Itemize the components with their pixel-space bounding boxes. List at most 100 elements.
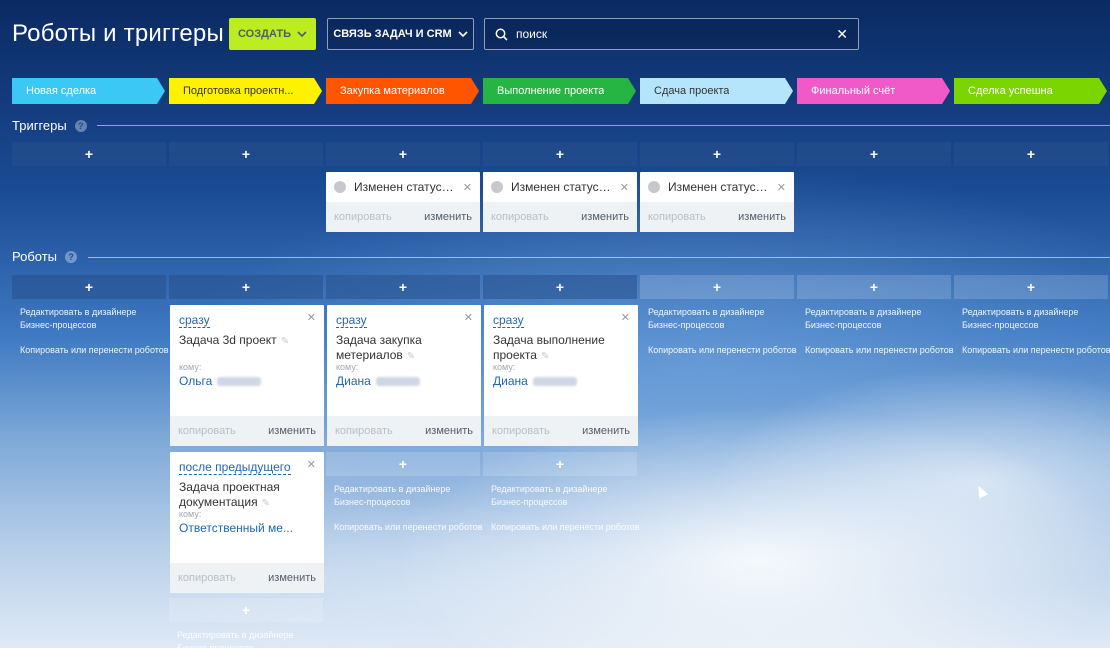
add-robot-button[interactable]: + xyxy=(954,275,1108,299)
robot-card[interactable]: сразу ✕ Задача выполнение проекта ✎ кому:… xyxy=(484,305,638,446)
add-trigger-button[interactable]: + xyxy=(483,142,637,166)
edit-button[interactable]: изменить xyxy=(268,425,316,437)
robot-delay-link[interactable]: сразу xyxy=(336,313,367,328)
add-trigger-button[interactable]: + xyxy=(12,142,166,166)
edit-button[interactable]: изменить xyxy=(581,211,629,223)
add-robot-button[interactable]: + xyxy=(483,275,637,299)
stage-label: Закупка материалов xyxy=(340,85,445,97)
stage-2[interactable]: Подготовка проектн... xyxy=(169,78,322,104)
task-crm-link-button[interactable]: СВЯЗЬ ЗАДАЧ И CRM xyxy=(327,18,474,50)
triggers-title: Триггеры xyxy=(12,118,67,133)
add-robot-button[interactable]: + xyxy=(640,275,794,299)
assignee-link[interactable]: Ольга xyxy=(179,374,262,388)
copy-button[interactable]: копировать xyxy=(335,425,393,437)
copy-button[interactable]: копировать xyxy=(492,425,550,437)
robot-delay-link[interactable]: сразу xyxy=(179,313,210,328)
assignee-label: кому: xyxy=(179,509,202,519)
stage-1[interactable]: Новая сделка xyxy=(12,78,165,104)
pencil-icon[interactable]: ✎ xyxy=(262,498,270,509)
search-icon xyxy=(495,28,508,41)
close-icon[interactable]: ✕ xyxy=(307,311,316,324)
stage-7[interactable]: Сделка успешна xyxy=(954,78,1107,104)
robots-hint: Редактировать в дизайнере Бизнес-процесс… xyxy=(20,306,170,357)
stage-label: Подготовка проектн... xyxy=(183,85,294,97)
edit-in-designer-link[interactable]: Редактировать в дизайнере Бизнес-процесс… xyxy=(491,483,641,509)
add-robot-button[interactable]: + xyxy=(326,452,480,476)
edit-button[interactable]: изменить xyxy=(425,425,473,437)
copy-move-robots-link[interactable]: Копировать или перенести роботов xyxy=(334,521,484,534)
robot-delay-link[interactable]: сразу xyxy=(493,313,524,328)
pencil-icon[interactable]: ✎ xyxy=(541,351,549,362)
edit-in-designer-link[interactable]: Редактировать в дизайнере Бизнес-процесс… xyxy=(648,306,798,332)
add-robot-button[interactable]: + xyxy=(483,452,637,476)
copy-move-robots-link[interactable]: Копировать или перенести роботов xyxy=(805,344,955,357)
robot-name: Задача 3d проект xyxy=(179,333,277,347)
add-trigger-button[interactable]: + xyxy=(797,142,951,166)
copy-move-robots-link[interactable]: Копировать или перенести роботов xyxy=(962,344,1110,357)
stage-5[interactable]: Сдача проекта xyxy=(640,78,793,104)
pencil-icon[interactable]: ✎ xyxy=(407,351,415,362)
trigger-card[interactable]: Изменен статус з... ✕ копировать изменит… xyxy=(326,172,480,232)
edit-button[interactable]: изменить xyxy=(582,425,630,437)
blurred-surname xyxy=(375,377,420,387)
assignee-link[interactable]: Ответственный ме... xyxy=(179,521,293,535)
pencil-icon[interactable]: ✎ xyxy=(281,336,289,347)
trigger-card[interactable]: Изменен статус з... ✕ копировать изменит… xyxy=(640,172,794,232)
copy-move-robots-link[interactable]: Копировать или перенести роботов xyxy=(491,521,641,534)
add-robot-button[interactable]: + xyxy=(326,275,480,299)
edit-button[interactable]: изменить xyxy=(424,211,472,223)
trigger-text: Изменен статус з... xyxy=(511,180,612,194)
close-icon[interactable]: ✕ xyxy=(620,181,629,194)
help-icon[interactable]: ? xyxy=(65,250,78,263)
robot-card[interactable]: после предыдущего ✕ Задача проектная док… xyxy=(170,452,324,593)
trigger-card[interactable]: Изменен статус з... ✕ копировать изменит… xyxy=(483,172,637,232)
help-icon[interactable]: ? xyxy=(74,119,87,132)
add-trigger-button[interactable]: + xyxy=(954,142,1108,166)
close-icon[interactable]: ✕ xyxy=(621,311,630,324)
copy-button[interactable]: копировать xyxy=(334,211,392,223)
add-robot-button[interactable]: + xyxy=(12,275,166,299)
add-trigger-button[interactable]: + xyxy=(169,142,323,166)
edit-button[interactable]: изменить xyxy=(738,211,786,223)
edit-button[interactable]: изменить xyxy=(268,572,316,584)
robot-delay-link[interactable]: после предыдущего xyxy=(179,460,291,475)
assignee-link[interactable]: Диана xyxy=(336,374,420,388)
assignee-label: кому: xyxy=(493,362,516,372)
stage-6[interactable]: Финальный счёт xyxy=(797,78,950,104)
add-trigger-button[interactable]: + xyxy=(640,142,794,166)
close-icon[interactable]: ✕ xyxy=(777,181,786,194)
copy-button[interactable]: копировать xyxy=(178,425,236,437)
mouse-cursor xyxy=(973,483,989,499)
add-robot-button[interactable]: + xyxy=(797,275,951,299)
copy-button[interactable]: копировать xyxy=(648,211,706,223)
stage-label: Новая сделка xyxy=(26,85,97,97)
clear-search-icon[interactable]: ✕ xyxy=(836,26,848,43)
assignee-name: Диана xyxy=(336,374,371,388)
copy-button[interactable]: копировать xyxy=(491,211,549,223)
copy-button[interactable]: копировать xyxy=(178,572,236,584)
add-trigger-button[interactable]: + xyxy=(326,142,480,166)
search-input[interactable] xyxy=(516,27,837,41)
stage-3[interactable]: Закупка материалов xyxy=(326,78,479,104)
assignee-name: Диана xyxy=(493,374,528,388)
stage-4[interactable]: Выполнение проекта xyxy=(483,78,636,104)
edit-in-designer-link[interactable]: Редактировать в дизайнере Бизнес-процесс… xyxy=(20,306,170,332)
add-robot-button[interactable]: + xyxy=(169,275,323,299)
edit-in-designer-link[interactable]: Редактировать в дизайнере Бизнес-процесс… xyxy=(962,306,1110,332)
add-robot-button[interactable]: + xyxy=(169,598,323,622)
robot-card[interactable]: сразу ✕ Задача закупка метериалов ✎ кому:… xyxy=(327,305,481,446)
close-icon[interactable]: ✕ xyxy=(307,458,316,471)
create-button[interactable]: СОЗДАТЬ xyxy=(229,18,316,50)
page-title: Роботы и триггеры xyxy=(12,20,224,47)
copy-move-robots-link[interactable]: Копировать или перенести роботов xyxy=(648,344,798,357)
close-icon[interactable]: ✕ xyxy=(463,181,472,194)
robot-card[interactable]: сразу ✕ Задача 3d проект ✎ кому: Ольга ко… xyxy=(170,305,324,446)
edit-in-designer-link[interactable]: Редактировать в дизайнере Бизнес-процесс… xyxy=(334,483,484,509)
assignee-link[interactable]: Диана xyxy=(493,374,577,388)
copy-move-robots-link[interactable]: Копировать или перенести роботов xyxy=(20,344,170,357)
trigger-text: Изменен статус з... xyxy=(354,180,455,194)
triggers-divider xyxy=(97,125,1110,126)
edit-in-designer-link[interactable]: Редактировать в дизайнере Бизнес-процесс… xyxy=(805,306,955,332)
edit-in-designer-link[interactable]: Редактировать в дизайнере Бизнес-процесс… xyxy=(177,629,327,648)
close-icon[interactable]: ✕ xyxy=(464,311,473,324)
